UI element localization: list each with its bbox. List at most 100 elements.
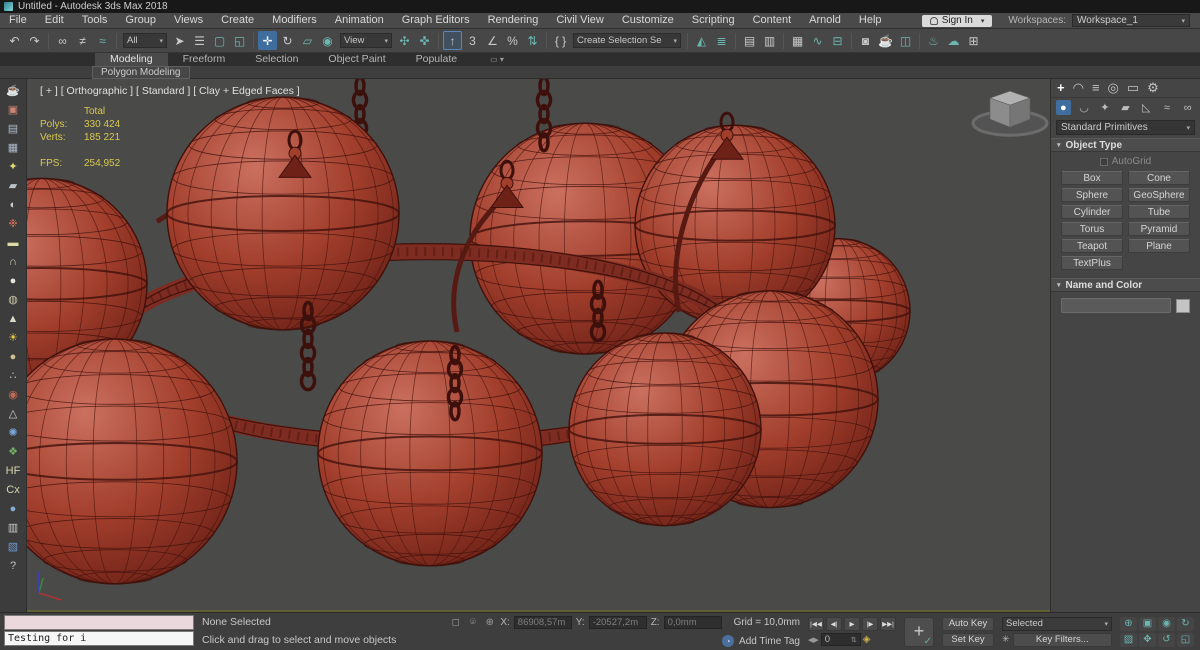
ribbon-tab-modeling[interactable]: Modeling <box>95 53 168 66</box>
menu-rendering[interactable]: Rendering <box>479 13 548 28</box>
render-frame-icon[interactable]: ▣ <box>2 100 24 119</box>
isolate-selection-icon[interactable]: ◻ <box>449 617 462 628</box>
pan-icon[interactable]: ✥ <box>1139 632 1156 647</box>
rendered-frame-window-icon[interactable]: ◫ <box>896 31 915 50</box>
unlink-selection-icon[interactable]: ≠ <box>73 31 92 50</box>
viewport[interactable]: [ + ] [ Orthographic ] [ Standard ] [ Cl… <box>27 79 1050 612</box>
polygon-modeling-panel[interactable]: Polygon Modeling <box>92 65 190 79</box>
select-by-name-icon[interactable]: ☰ <box>190 31 209 50</box>
menu-animation[interactable]: Animation <box>326 13 393 28</box>
geometry-subtab[interactable]: ● <box>1056 100 1071 115</box>
name-color-rollout-header[interactable]: ▾ Name and Color <box>1051 278 1200 292</box>
create-tab[interactable]: + <box>1057 79 1065 97</box>
previous-frame-button[interactable]: ◀| <box>826 617 842 631</box>
camera-icon[interactable]: ▰ <box>2 176 24 195</box>
selection-set-dropdown[interactable]: Selected ▾ <box>1002 616 1112 631</box>
scatter-icon[interactable]: ∴ <box>2 366 24 385</box>
menu-edit[interactable]: Edit <box>36 13 73 28</box>
snaps-toggle-icon[interactable]: ↑ <box>443 31 462 50</box>
ribbon-tab-object-paint[interactable]: Object Paint <box>313 53 400 66</box>
spinner-icon[interactable]: ⇅ <box>851 636 857 644</box>
autogrid-checkbox[interactable]: AutoGrid <box>1061 156 1190 167</box>
ribbon-tab-freeform[interactable]: Freeform <box>168 53 241 66</box>
sphere-icon[interactable]: ● <box>2 271 24 290</box>
selection-lock-icon[interactable]: ⌾ <box>466 617 479 628</box>
use-pivot-center-icon[interactable]: ✣ <box>395 31 414 50</box>
menu-scripting[interactable]: Scripting <box>683 13 744 28</box>
menu-arnold[interactable]: Arnold <box>800 13 850 28</box>
shapes-subtab[interactable]: ◡ <box>1077 100 1092 115</box>
render-in-cloud-icon[interactable]: ☁ <box>944 31 963 50</box>
primitive-button-torus[interactable]: Torus <box>1061 222 1123 236</box>
sign-in-button[interactable]: Sign In ▾ <box>921 14 993 27</box>
primitive-button-sphere[interactable]: Sphere <box>1061 188 1123 202</box>
primitive-button-tube[interactable]: Tube <box>1128 205 1190 219</box>
snap-3d-icon[interactable]: 3 <box>463 31 482 50</box>
ribbon-tab-selection[interactable]: Selection <box>240 53 313 66</box>
mirror-icon[interactable]: ◭ <box>692 31 711 50</box>
y-coordinate-field[interactable]: -20527,2m <box>588 616 647 629</box>
pyramid-gizmo-icon[interactable]: △ <box>2 404 24 423</box>
primitive-button-pyramid[interactable]: Pyramid <box>1128 222 1190 236</box>
go-to-start-button[interactable]: |◀◀ <box>808 617 824 631</box>
material-editor-icon[interactable]: ◙ <box>856 31 875 50</box>
spreadsheet-icon[interactable]: ▦ <box>2 138 24 157</box>
object-color-swatch[interactable] <box>1176 298 1190 313</box>
tan-sphere-icon[interactable]: ● <box>2 347 24 366</box>
next-frame-button[interactable]: |▶ <box>862 617 878 631</box>
primitive-button-cone[interactable]: Cone <box>1128 171 1190 185</box>
auto-key-button[interactable]: Auto Key <box>942 616 994 631</box>
named-selection-sets-icon[interactable]: { } <box>551 31 570 50</box>
select-and-scale-icon[interactable]: ▱ <box>298 31 317 50</box>
spacewarps-subtab[interactable]: ≈ <box>1160 100 1175 115</box>
primitive-button-plane[interactable]: Plane <box>1128 239 1190 253</box>
blue-sphere-icon[interactable]: ● <box>2 499 24 518</box>
menu-group[interactable]: Group <box>116 13 165 28</box>
viewport-layout-icon[interactable]: ⊞ <box>964 31 983 50</box>
lights-subtab[interactable]: ✦ <box>1097 100 1112 115</box>
display-tab[interactable]: ▭ <box>1127 79 1139 97</box>
bind-to-space-warp-icon[interactable]: ≈ <box>93 31 112 50</box>
menu-content[interactable]: Content <box>744 13 801 28</box>
time-configuration-icon[interactable]: ◈ <box>863 634 871 645</box>
menu-file[interactable]: File <box>0 13 36 28</box>
named-selection-dropdown[interactable]: Create Selection Se ▾ <box>573 33 681 48</box>
helpers-subtab[interactable]: ◺ <box>1139 100 1154 115</box>
noise-icon[interactable]: ✺ <box>2 423 24 442</box>
zoom-all-icon[interactable]: ▣ <box>1139 616 1156 631</box>
current-frame-field[interactable]: 0 ⇅ <box>820 633 861 646</box>
absolute-offset-icon[interactable]: ⊕ <box>483 617 496 628</box>
ribbon-toggle-icon[interactable]: ▦ <box>788 31 807 50</box>
rectangular-selection-icon[interactable]: ▢ <box>210 31 229 50</box>
menu-tools[interactable]: Tools <box>73 13 117 28</box>
teapot-icon[interactable]: ☕ <box>2 81 24 100</box>
select-and-manipulate-icon[interactable]: ✜ <box>415 31 434 50</box>
workspace-dropdown[interactable]: Workspace_1 ▾ <box>1072 14 1190 27</box>
selection-filter-dropdown[interactable]: All ▾ <box>123 33 167 48</box>
viewport-label[interactable]: [ + ] [ Orthographic ] [ Standard ] [ Cl… <box>40 85 300 97</box>
set-keys-button[interactable]: + ✓ <box>904 616 934 647</box>
primitive-button-box[interactable]: Box <box>1061 171 1123 185</box>
ffd-icon[interactable]: ❖ <box>2 442 24 461</box>
select-and-rotate-icon[interactable]: ↻ <box>278 31 297 50</box>
x-coordinate-field[interactable]: 86908,57m <box>513 616 572 629</box>
listener-macro-row[interactable] <box>4 615 194 630</box>
scene-explorer-icon[interactable]: ▤ <box>740 31 759 50</box>
spinner-snap-icon[interactable]: ⇅ <box>523 31 542 50</box>
angle-snap-icon[interactable]: ∠ <box>483 31 502 50</box>
add-time-tag[interactable]: ◔ Add Time Tag <box>420 635 800 647</box>
menu-modifiers[interactable]: Modifiers <box>263 13 326 28</box>
undo-icon[interactable]: ↶ <box>5 31 24 50</box>
hierarchy-tab[interactable]: ≡ <box>1092 79 1100 97</box>
layer-explorer-icon[interactable]: ▥ <box>760 31 779 50</box>
sphere-cluster-icon[interactable]: ❉ <box>2 214 24 233</box>
render-production-icon[interactable]: ♨ <box>924 31 943 50</box>
orbit-icon[interactable]: ↻ <box>1177 616 1194 631</box>
sun-icon[interactable]: ☀ <box>2 328 24 347</box>
orbit-subobject-icon[interactable]: ↺ <box>1158 632 1175 647</box>
maxscript-mini-listener[interactable]: Testing for i <box>4 615 194 648</box>
align-icon[interactable]: ≣ <box>712 31 731 50</box>
redo-icon[interactable]: ↷ <box>25 31 44 50</box>
render-setup-icon[interactable]: ☕ <box>876 31 895 50</box>
clipboard-icon[interactable]: ▥ <box>2 518 24 537</box>
